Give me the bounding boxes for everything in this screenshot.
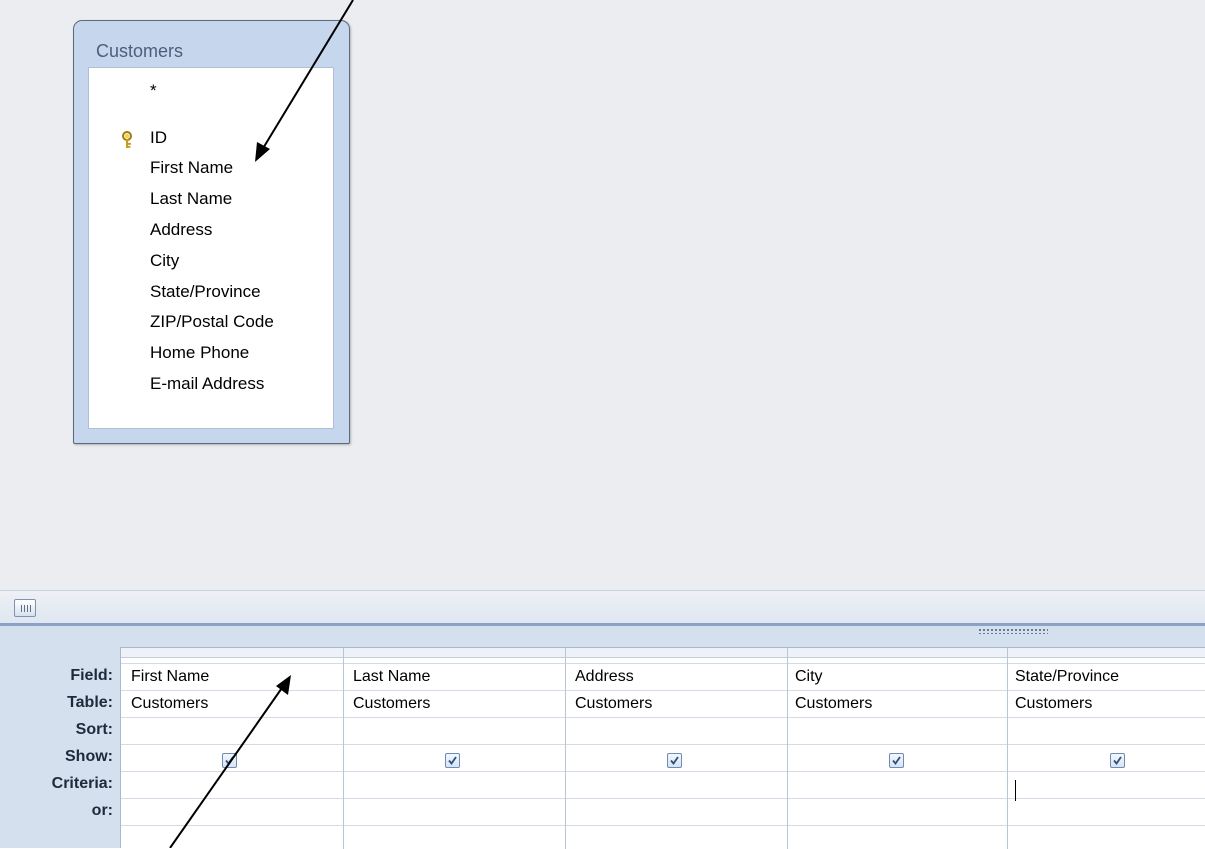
query-design-area[interactable]: Customers * ID First Name Last Name Addr… [0, 0, 1205, 590]
field-item-id[interactable]: ID [150, 128, 167, 148]
field-cell[interactable]: First Name [131, 668, 209, 686]
criteria-cell[interactable] [575, 776, 785, 796]
field-item-first-name[interactable]: First Name [150, 158, 233, 178]
criteria-cell[interactable] [795, 776, 1005, 796]
or-cell[interactable] [1015, 803, 1195, 823]
show-checkbox[interactable] [667, 753, 682, 768]
field-item-city[interactable]: City [150, 251, 179, 271]
column-selector-bar[interactable] [121, 648, 1205, 658]
or-cell[interactable] [353, 803, 563, 823]
field-cell[interactable]: Last Name [353, 668, 430, 686]
field-item-home-phone[interactable]: Home Phone [150, 343, 249, 363]
row-label-field: Field: [70, 667, 113, 684]
show-checkbox[interactable] [222, 753, 237, 768]
table-cell[interactable]: Customers [795, 695, 872, 713]
criteria-cell[interactable] [1015, 776, 1195, 796]
show-checkbox[interactable] [445, 753, 460, 768]
table-cell[interactable]: Customers [1015, 695, 1092, 713]
criteria-cell[interactable] [353, 776, 563, 796]
sort-cell[interactable] [353, 722, 563, 742]
field-cell[interactable]: State/Province [1015, 668, 1119, 686]
row-label-table: Table: [67, 694, 113, 711]
field-item-last-name[interactable]: Last Name [150, 189, 232, 209]
field-item-email-address[interactable]: E-mail Address [150, 374, 264, 394]
table-cell[interactable]: Customers [131, 695, 208, 713]
table-cell[interactable]: Customers [353, 695, 430, 713]
field-list[interactable]: * ID First Name Last Name Address City S… [88, 67, 334, 429]
sort-cell[interactable] [1015, 722, 1195, 742]
or-cell[interactable] [795, 803, 1005, 823]
or-cell[interactable] [575, 803, 785, 823]
show-checkbox[interactable] [889, 753, 904, 768]
pane-splitter[interactable] [0, 590, 1205, 624]
show-checkbox[interactable] [1110, 753, 1125, 768]
scroll-left-button[interactable] [14, 599, 36, 617]
row-label-criteria: Criteria: [51, 775, 113, 792]
query-design-grid[interactable]: First Name Customers Last Name Customers… [120, 647, 1205, 849]
row-label-show: Show: [65, 748, 113, 765]
key-icon [122, 131, 132, 148]
field-item-state-province[interactable]: State/Province [150, 282, 261, 302]
table-title[interactable]: Customers [96, 41, 183, 62]
field-item-address[interactable]: Address [150, 220, 212, 240]
text-cursor [1015, 780, 1016, 801]
sort-cell[interactable] [575, 722, 785, 742]
field-cell[interactable]: Address [575, 668, 634, 686]
field-item-all[interactable]: * [150, 81, 157, 101]
table-cell[interactable]: Customers [575, 695, 652, 713]
row-label-sort: Sort: [75, 721, 113, 738]
field-cell[interactable]: City [795, 668, 823, 686]
sort-cell[interactable] [131, 722, 341, 742]
sort-cell[interactable] [795, 722, 1005, 742]
customers-table-field-list[interactable]: Customers * ID First Name Last Name Addr… [73, 20, 350, 444]
criteria-cell[interactable] [131, 776, 341, 796]
or-cell[interactable] [131, 803, 341, 823]
resize-grip[interactable] [978, 628, 1048, 634]
field-item-zip-postal-code[interactable]: ZIP/Postal Code [150, 312, 274, 332]
row-label-or: or: [91, 802, 113, 819]
